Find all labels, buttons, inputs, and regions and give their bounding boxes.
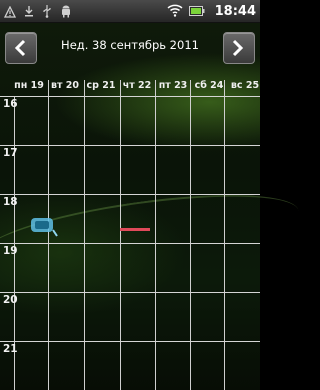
grid-line [0,341,260,342]
grid-line [48,80,49,96]
chevron-left-icon [14,39,26,57]
week-title: Нед. 38 сентябрь 2011 [61,38,199,52]
day-header[interactable]: пт 23 [155,80,191,96]
week-grid[interactable]: 16 17 18 19 20 21 [0,80,260,390]
grid-line [0,292,260,293]
previous-week-button[interactable] [5,32,37,64]
chevron-right-icon [232,39,244,57]
grid-line [0,145,260,146]
grid-line [155,80,156,96]
hour-label: 17 [3,147,18,159]
day-header[interactable]: пн 19 [11,80,47,96]
calendar-header: Нед. 38 сентябрь 2011 [0,22,260,74]
hour-label: 21 [3,343,18,355]
grid-line [120,80,121,96]
grid-line [0,194,260,195]
day-header[interactable]: вс 25 [227,80,263,96]
calendar-event[interactable] [120,228,150,231]
day-header[interactable]: сб 24 [191,80,227,96]
hour-label: 20 [3,294,18,306]
download-icon [24,3,34,22]
day-header[interactable]: вт 20 [47,80,83,96]
status-clock: 18:44 [214,4,256,19]
hour-label: 19 [3,245,18,257]
grid-line [0,96,260,97]
widget-icon [28,214,58,237]
hour-label: 18 [3,196,18,208]
hour-label: 16 [3,98,18,110]
grid-line [84,80,85,96]
grid-line [224,80,225,96]
usb-icon [42,3,52,22]
next-week-button[interactable] [223,32,255,64]
status-bar: 18:44 [0,0,260,23]
battery-icon [188,2,205,21]
warning-icon [3,3,17,22]
day-header[interactable]: чт 22 [119,80,155,96]
android-debug-icon [60,3,72,22]
grid-line [0,243,260,244]
wifi-icon [167,2,183,21]
grid-line [190,80,191,96]
day-header[interactable]: ср 21 [83,80,119,96]
